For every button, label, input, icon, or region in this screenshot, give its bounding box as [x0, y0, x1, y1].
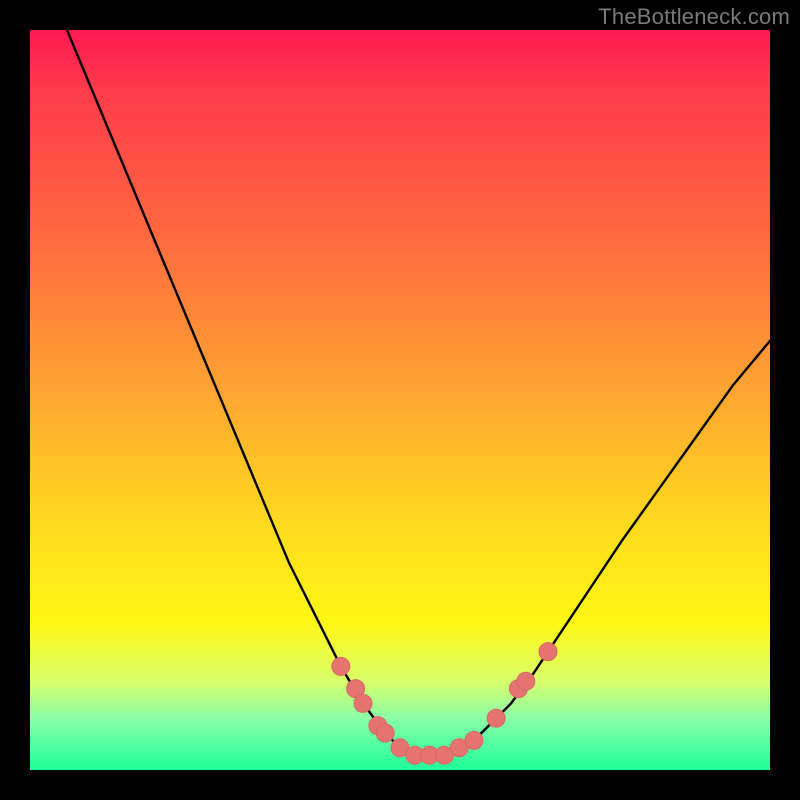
plot-area [30, 30, 770, 770]
curve-markers [332, 643, 557, 765]
chart-frame: TheBottleneck.com [0, 0, 800, 800]
curve-marker [354, 694, 372, 712]
curve-marker [465, 731, 483, 749]
curve-svg [30, 30, 770, 770]
curve-marker [376, 724, 394, 742]
curve-marker [332, 657, 350, 675]
curve-marker [539, 643, 557, 661]
curve-marker [517, 672, 535, 690]
watermark-text: TheBottleneck.com [598, 4, 790, 30]
curve-marker [487, 709, 505, 727]
bottleneck-curve [67, 30, 770, 755]
